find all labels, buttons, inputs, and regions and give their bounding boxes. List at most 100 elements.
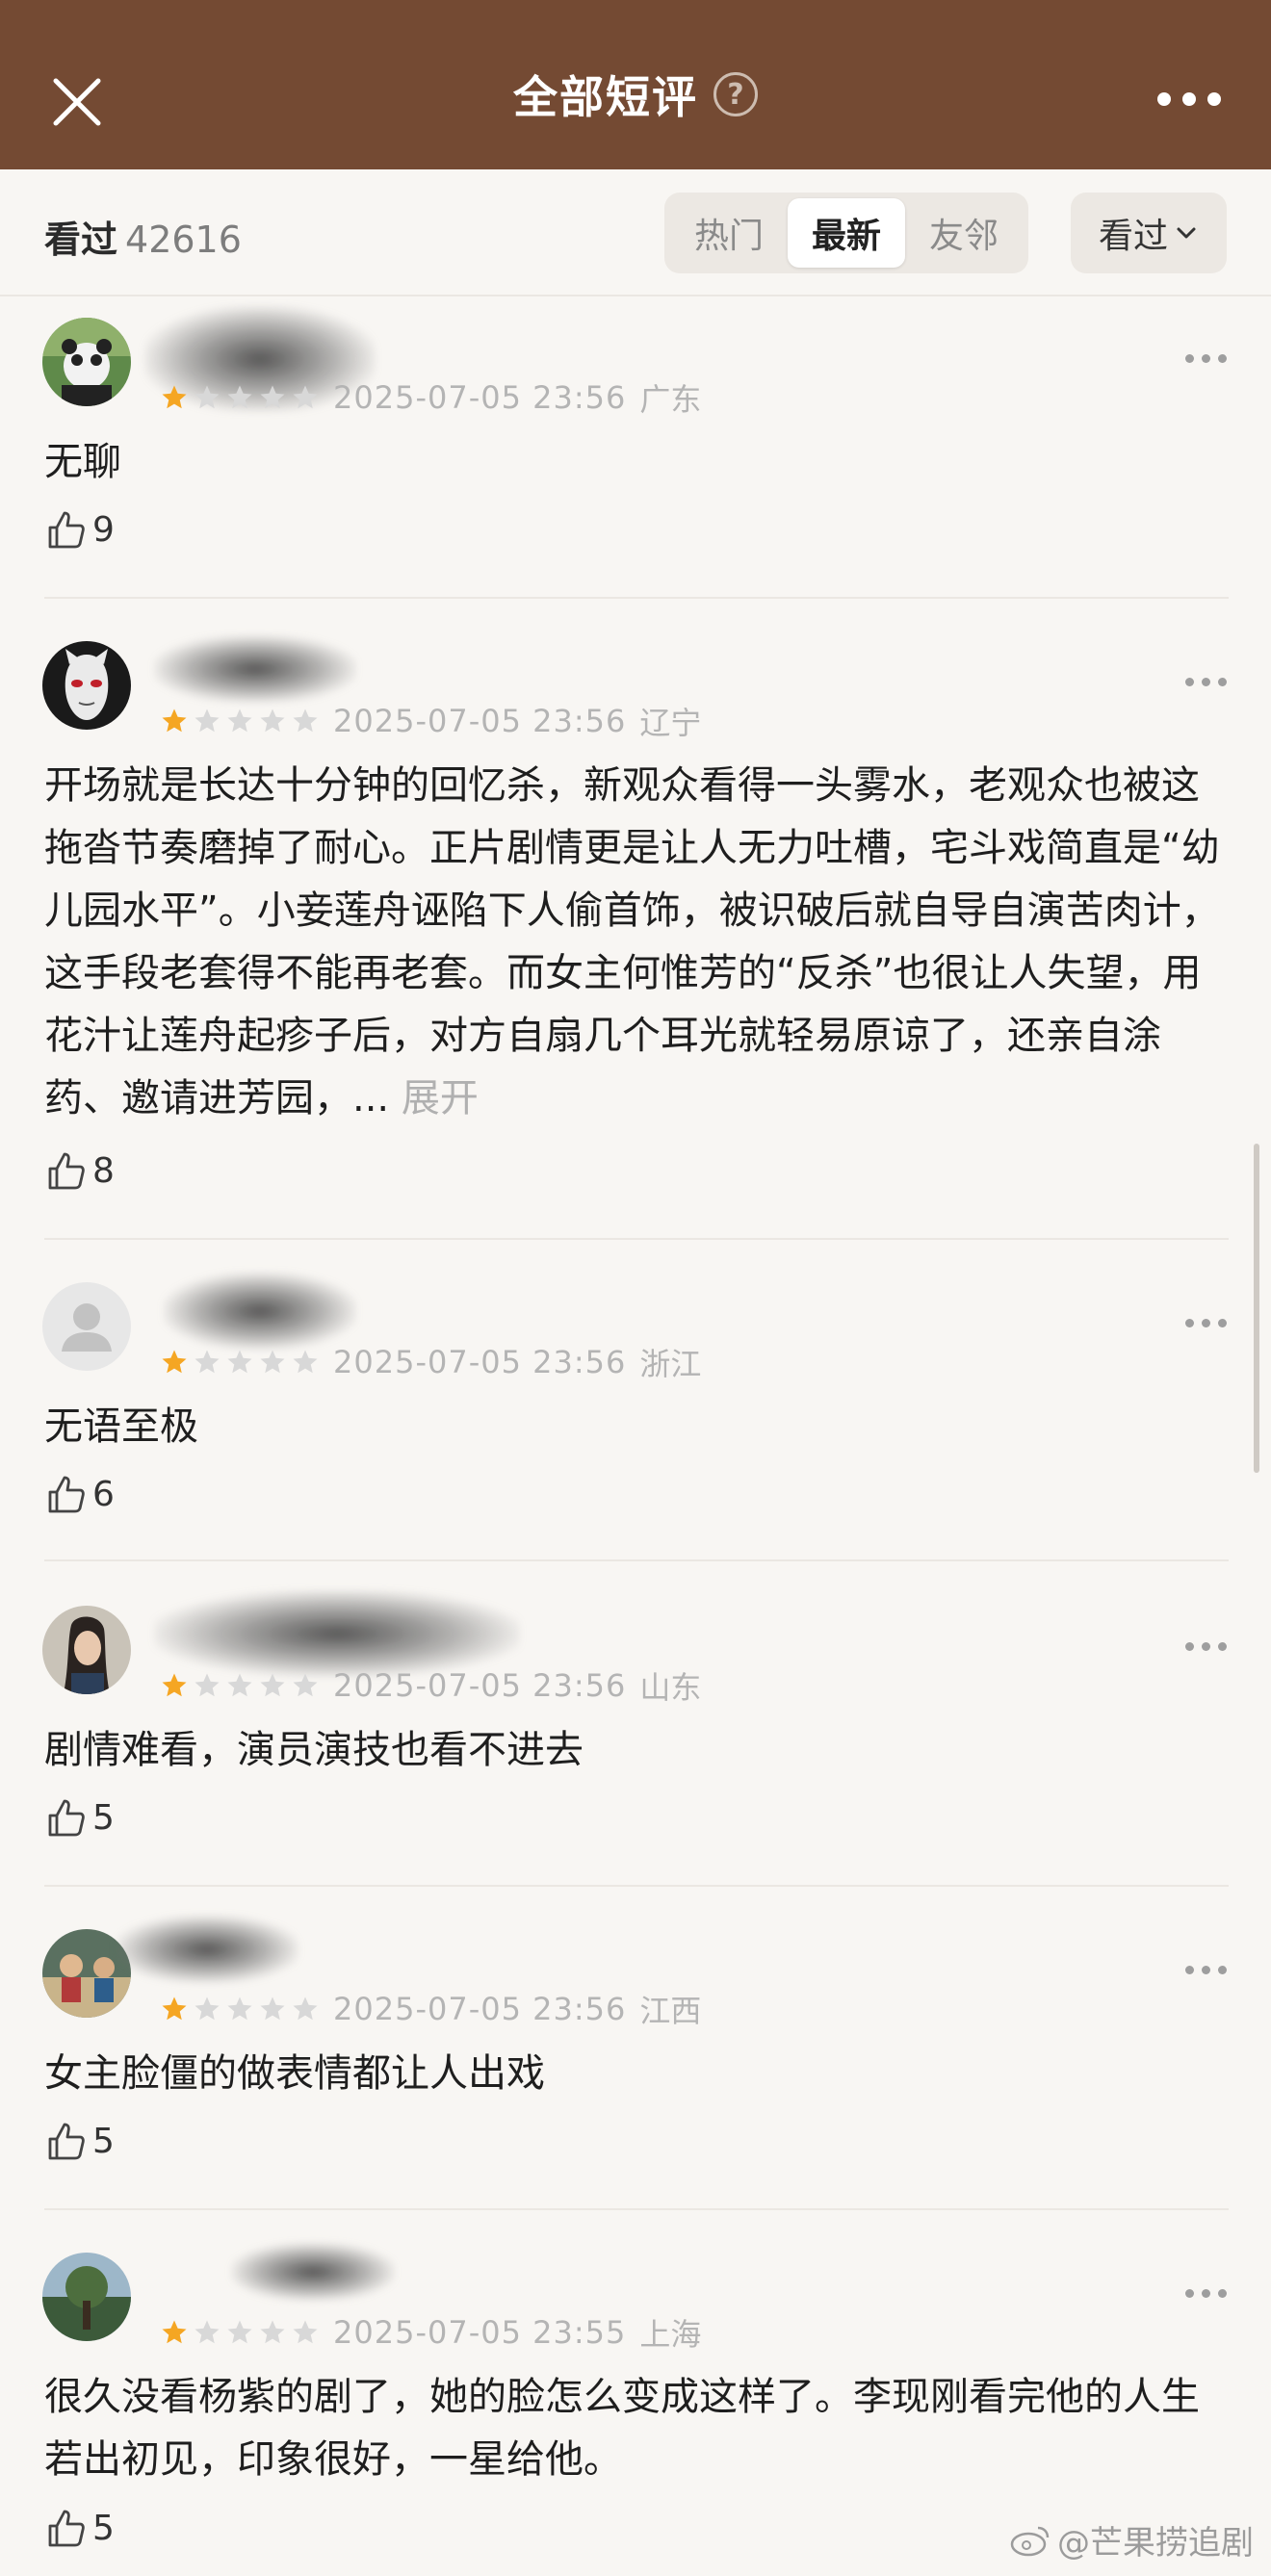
review-more-icon[interactable] (1185, 1319, 1227, 1327)
like-button[interactable]: 5 (44, 2507, 115, 2549)
rating-stars (160, 1671, 320, 1700)
close-icon[interactable] (48, 73, 106, 131)
star-empty-icon (195, 1996, 220, 2021)
sort-tabs: 热门 最新 友邻 (664, 193, 1028, 273)
watermark-text: @芒果捞追剧 (1057, 2524, 1254, 2563)
review-time: 2025-07-05 23:55 (333, 2314, 627, 2351)
like-button[interactable]: 5 (44, 2120, 115, 2162)
like-button[interactable]: 6 (44, 1473, 115, 1515)
avatar[interactable] (42, 318, 131, 406)
thumbs-up-icon (48, 511, 85, 549)
star-empty-icon (293, 385, 318, 409)
star-empty-icon (227, 1996, 252, 2021)
weibo-icon (1010, 2526, 1050, 2556)
review-location: 辽宁 (639, 705, 702, 741)
star-empty-icon (260, 385, 285, 409)
avatar[interactable] (42, 1606, 131, 1694)
star-empty-icon (195, 2320, 220, 2344)
thumbs-up-icon (48, 1799, 85, 1837)
like-button[interactable]: 5 (44, 1796, 115, 1839)
watched-label: 看过 (44, 219, 118, 261)
thumbs-up-icon (48, 1152, 85, 1190)
review-location: 浙江 (639, 1346, 702, 1382)
divider (44, 2208, 1229, 2210)
review-more-icon[interactable] (1185, 354, 1227, 363)
rating-stars (160, 383, 320, 412)
avatar[interactable] (42, 1282, 131, 1371)
star-empty-icon (293, 1673, 318, 1697)
review-more-icon[interactable] (1185, 1642, 1227, 1651)
username-blurred (154, 635, 356, 703)
star-empty-icon (227, 2320, 252, 2344)
review-meta: 2025-07-05 23:56 辽宁 (160, 699, 701, 743)
star-empty-icon (227, 1673, 252, 1697)
top-bar: 全部短评 ? (0, 0, 1271, 169)
review-time: 2025-07-05 23:56 (333, 379, 627, 416)
star-empty-icon (293, 1350, 318, 1374)
review-content: 女主脸僵的做表情都让人出戏 (44, 2051, 545, 2096)
username-blurred (164, 1273, 356, 1350)
username-blurred (116, 1916, 298, 1983)
filter-bar: 看过 42616 热门 最新 友邻 看过 (0, 169, 1271, 296)
review-meta: 2025-07-05 23:56 浙江 (160, 1340, 701, 1384)
review-meta: 2025-07-05 23:56 江西 (160, 1987, 701, 2031)
review-location: 山东 (639, 1669, 702, 1706)
star-empty-icon (227, 708, 252, 733)
review-time: 2025-07-05 23:56 (333, 1344, 627, 1380)
divider (44, 1238, 1229, 1240)
username-blurred (231, 2243, 395, 2301)
watched-count-label: 看过 42616 (44, 210, 242, 263)
divider (44, 597, 1229, 599)
star-empty-icon (195, 1673, 220, 1697)
star-empty-icon (227, 1350, 252, 1374)
review-meta: 2025-07-05 23:56 山东 (160, 1663, 701, 1708)
star-empty-icon (260, 1996, 285, 2021)
review-more-icon[interactable] (1185, 2289, 1227, 2298)
rating-stars (160, 1995, 320, 2023)
star-filled-icon (162, 1996, 187, 2021)
review-more-icon[interactable] (1185, 678, 1227, 686)
status-dropdown[interactable]: 看过 (1071, 193, 1227, 273)
thumbs-up-icon (48, 2123, 85, 2160)
tab-friends[interactable]: 友邻 (905, 198, 1023, 268)
star-empty-icon (260, 2320, 285, 2344)
divider (44, 1559, 1229, 1561)
tab-hot[interactable]: 热门 (670, 198, 788, 268)
review-more-icon[interactable] (1185, 1966, 1227, 1974)
more-options-icon[interactable] (1157, 92, 1221, 106)
star-filled-icon (162, 1673, 187, 1697)
star-filled-icon (162, 1350, 187, 1374)
question-circle-icon[interactable]: ? (713, 72, 758, 116)
like-count: 5 (92, 2121, 115, 2161)
star-empty-icon (227, 385, 252, 409)
like-button[interactable]: 9 (44, 508, 115, 551)
review-meta: 2025-07-05 23:55 上海 (160, 2310, 701, 2355)
rating-stars (160, 2318, 320, 2347)
rating-stars (160, 707, 320, 735)
status-dropdown-label: 看过 (1098, 217, 1168, 256)
like-button[interactable]: 8 (44, 1149, 115, 1192)
review-content: 无聊 (44, 440, 121, 484)
star-filled-icon (162, 708, 187, 733)
star-filled-icon (162, 385, 187, 409)
star-empty-icon (293, 1996, 318, 2021)
tab-latest[interactable]: 最新 (788, 198, 905, 268)
watched-count: 42616 (125, 219, 242, 261)
review-time: 2025-07-05 23:56 (333, 703, 627, 739)
review-location: 上海 (639, 2316, 702, 2353)
review-content: 开场就是长达十分钟的回忆杀，新观众看得一头雾水，老观众也被这拖沓节奏磨掉了耐心。… (44, 755, 1229, 1130)
like-count: 8 (92, 1150, 115, 1191)
like-count: 6 (92, 1474, 115, 1514)
chevron-down-icon (1177, 227, 1196, 239)
review-meta: 2025-07-05 23:56 广东 (160, 375, 701, 420)
review-time: 2025-07-05 23:56 (333, 1991, 627, 2027)
avatar[interactable] (42, 641, 131, 730)
expand-link[interactable]: 展开 (402, 1076, 479, 1121)
scrollbar[interactable] (1254, 1144, 1259, 1473)
page-title: 全部短评 (513, 71, 698, 123)
watermark: @芒果捞追剧 (1009, 2516, 1254, 2563)
review-location: 广东 (639, 381, 702, 418)
review-content: 很久没看杨紫的剧了，她的脸怎么变成这样了。李现刚看完他的人生若出初见，印象很好，… (44, 2375, 1200, 2482)
avatar[interactable] (42, 2253, 131, 2341)
review-location: 江西 (639, 1993, 702, 2029)
